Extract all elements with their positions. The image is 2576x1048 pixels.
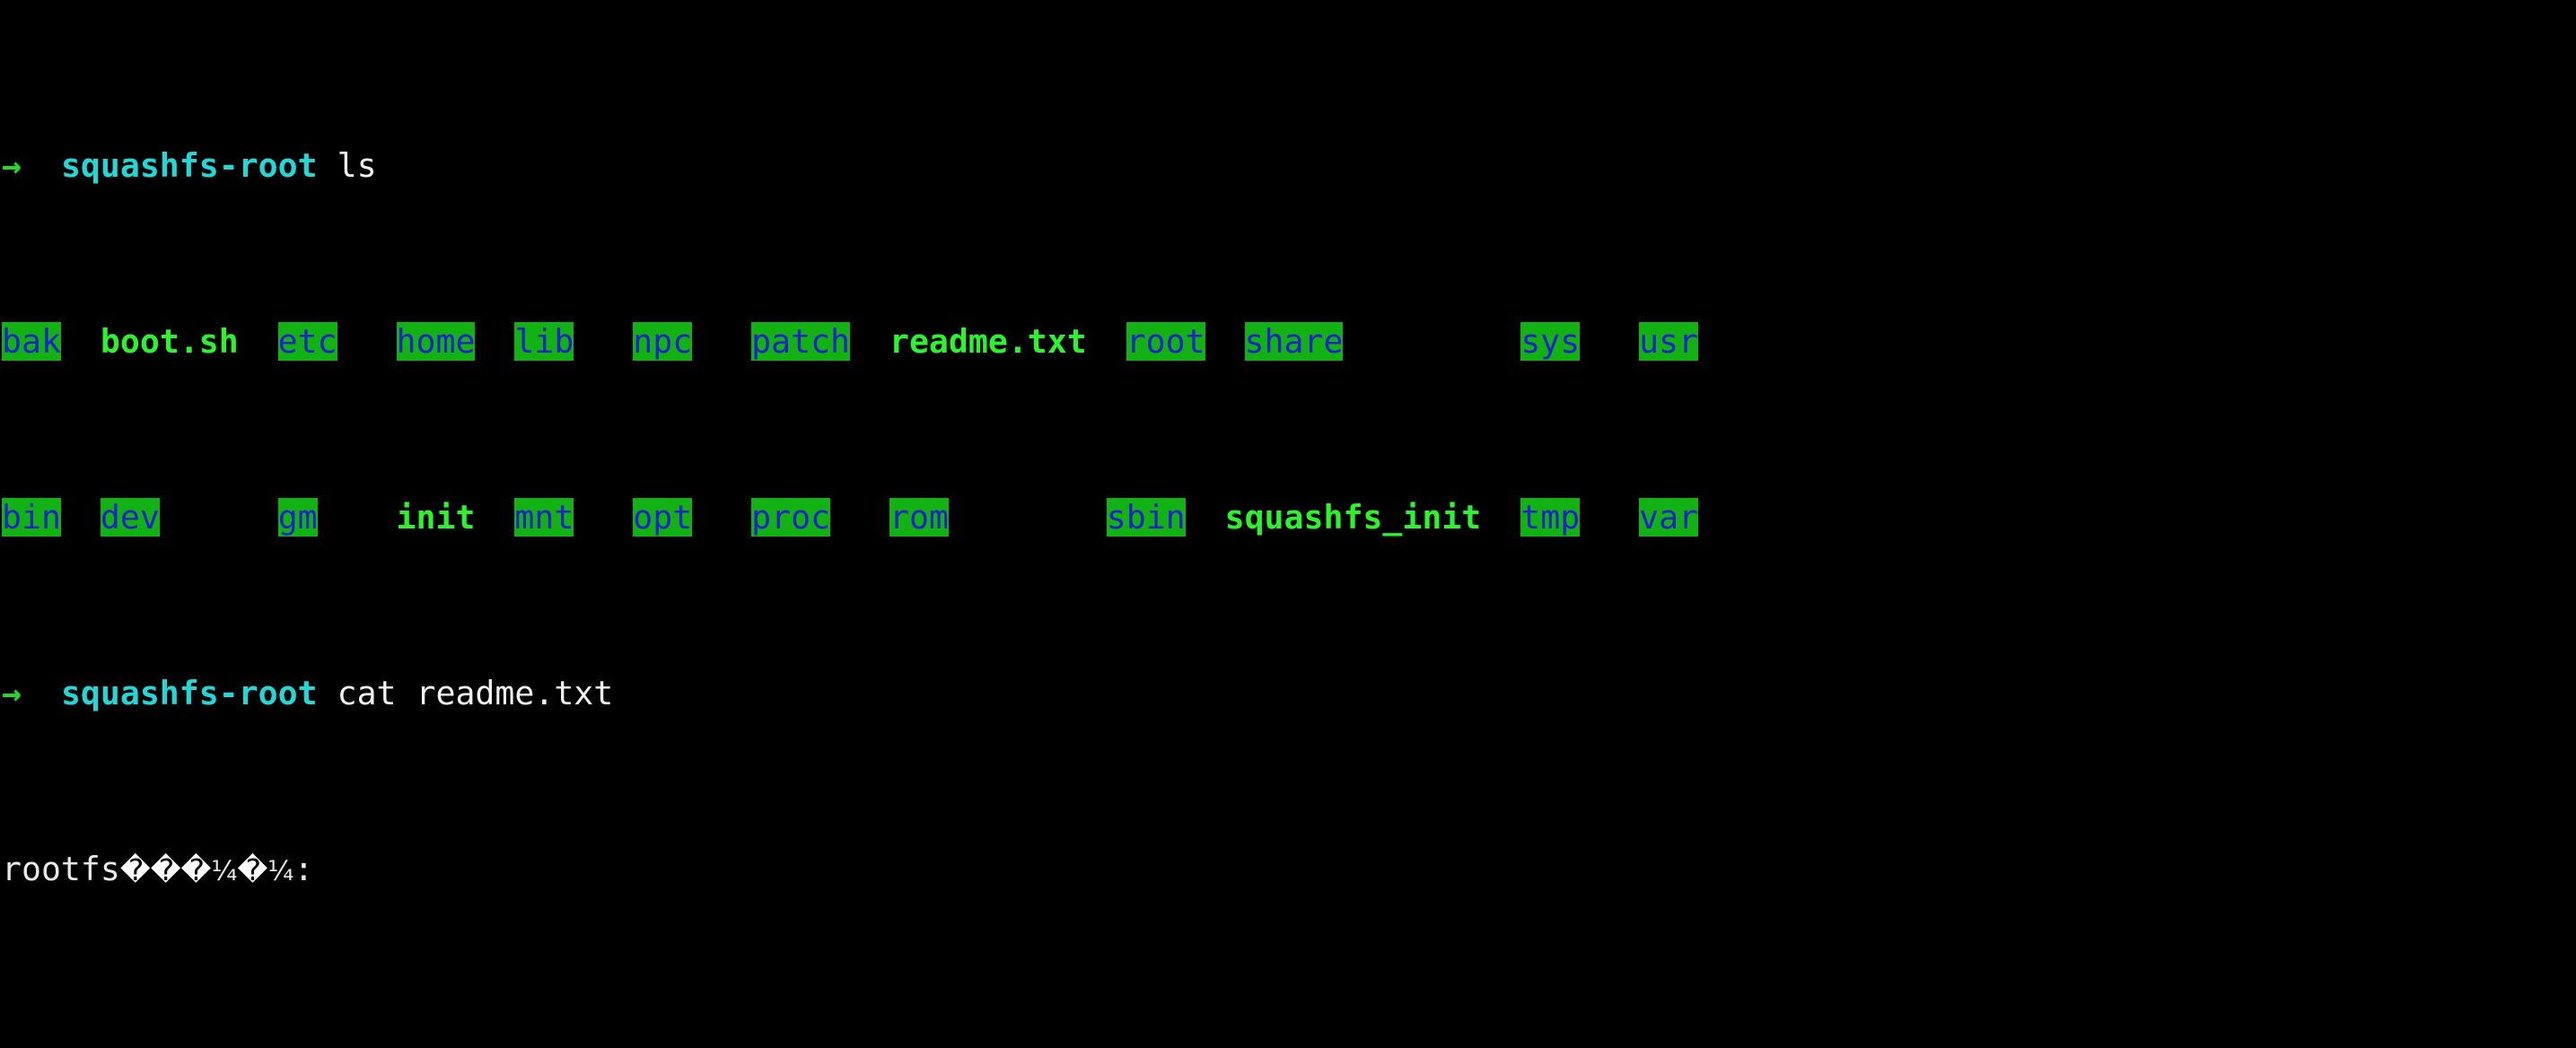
ls-entry-bin[interactable]: bin <box>2 497 61 537</box>
ls-entry-root[interactable]: root <box>1126 321 1205 361</box>
ls-entry-share[interactable]: share <box>1244 321 1344 361</box>
ls-entry-proc[interactable]: proc <box>751 497 831 537</box>
ls-entry-usr[interactable]: usr <box>1639 321 1699 361</box>
ls-entry-lib[interactable]: lib <box>514 321 574 361</box>
prompt-arrow-icon-2: → <box>2 673 22 712</box>
ls-entry-sys[interactable]: sys <box>1520 321 1581 361</box>
prompt-cwd: squashfs-root <box>60 145 318 185</box>
readme-header-text: rootfs <box>2 849 120 888</box>
terminal-window[interactable]: → squashfs-root ls bak boot.sh etc home … <box>0 0 2576 1048</box>
ls-entry-var[interactable]: var <box>1639 497 1699 537</box>
ls-entry-home[interactable]: home <box>396 321 476 361</box>
prompt-cwd-2: squashfs-root <box>60 673 318 712</box>
ls-entry-tmp[interactable]: tmp <box>1520 497 1581 537</box>
prompt-line-cat: → squashfs-root cat readme.txt <box>2 676 2576 711</box>
ls-entry-init[interactable]: init <box>397 498 476 537</box>
ls-entry-opt[interactable]: opt <box>633 497 693 537</box>
command-cat: cat readme.txt <box>337 673 614 712</box>
mojibake-glyphs-2: � <box>237 852 268 887</box>
ls-entry-readme-txt[interactable]: readme.txt <box>889 322 1087 361</box>
ls-entry-boot-sh[interactable]: boot.sh <box>101 322 239 361</box>
ls-entry-npc[interactable]: npc <box>633 321 693 361</box>
readme-header-colon: : <box>294 849 314 888</box>
mojibake-frac-2: ¼ <box>267 855 294 887</box>
ls-entry-bak[interactable]: bak <box>2 321 61 361</box>
ls-output-row-2: bin dev gm init mnt opt proc rom sbin sq… <box>2 497 2576 537</box>
readme-header: rootfs���¼�¼: <box>2 849 2576 888</box>
ls-entry-rom[interactable]: rom <box>889 497 949 537</box>
ls-entry-patch[interactable]: patch <box>751 321 851 361</box>
ls-entry-gm[interactable]: gm <box>277 497 318 537</box>
prompt-line-ls: → squashfs-root ls <box>2 148 2576 183</box>
prompt-arrow-icon: → <box>2 145 22 185</box>
ls-entry-mnt[interactable]: mnt <box>514 497 574 537</box>
mojibake-glyphs: ��� <box>119 852 212 887</box>
mojibake-frac: ¼ <box>211 855 238 887</box>
ls-entry-sbin[interactable]: sbin <box>1106 497 1186 537</box>
ls-entry-dev[interactable]: dev <box>100 497 160 537</box>
ls-output-row-1: bak boot.sh etc home lib npc patch readm… <box>2 321 2576 361</box>
ls-entry-squashfs-init[interactable]: squashfs_init <box>1225 498 1482 537</box>
ls-entry-etc[interactable]: etc <box>277 321 337 361</box>
command-ls: ls <box>337 145 377 185</box>
